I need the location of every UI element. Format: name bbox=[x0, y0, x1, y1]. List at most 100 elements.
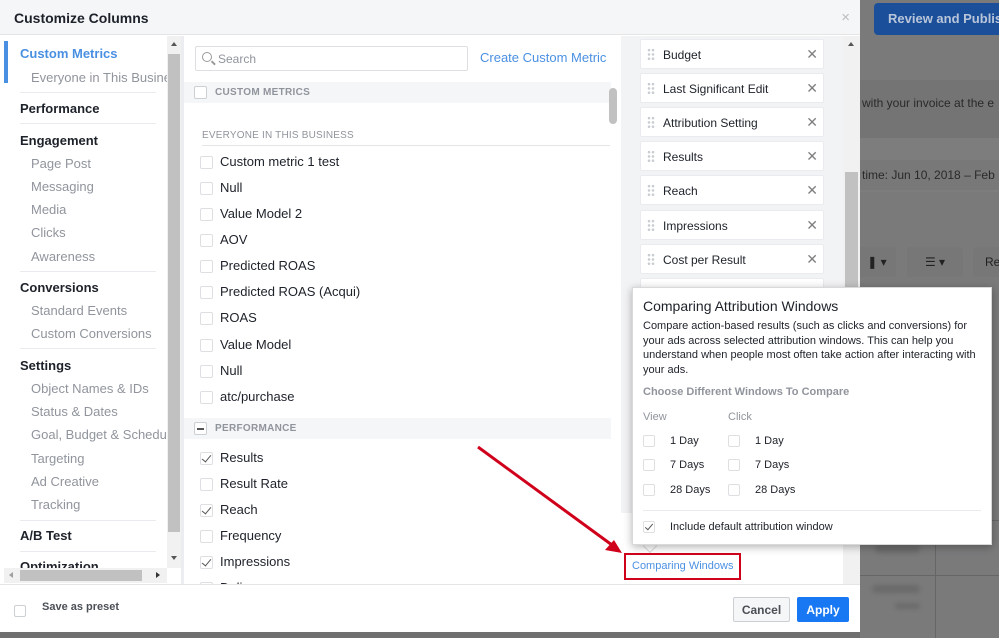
metric-checkbox[interactable] bbox=[200, 365, 213, 378]
metric-row[interactable]: AOV bbox=[184, 229, 604, 251]
nav-item-clicks[interactable]: Clicks bbox=[31, 225, 66, 240]
view-1-day-checkbox[interactable] bbox=[643, 435, 655, 447]
cancel-button[interactable]: Cancel bbox=[733, 597, 790, 622]
click-7-days-checkbox[interactable] bbox=[728, 459, 740, 471]
apply-button[interactable]: Apply bbox=[797, 597, 849, 622]
nav-section-engagement[interactable]: Engagement bbox=[20, 133, 98, 148]
background-columns-button[interactable]: ❚ ▾ bbox=[858, 247, 896, 277]
nav-vertical-scrollbar[interactable] bbox=[167, 36, 181, 568]
metric-row[interactable]: Null bbox=[184, 177, 604, 199]
selected-column-item[interactable]: Reach ✕ bbox=[640, 175, 824, 205]
create-custom-metric-link[interactable]: Create Custom Metric bbox=[480, 50, 606, 65]
metric-row[interactable]: Frequency bbox=[184, 525, 604, 547]
nav-item-status-dates[interactable]: Status & Dates bbox=[31, 404, 118, 419]
drag-handle-icon[interactable] bbox=[647, 184, 655, 197]
nav-item-targeting[interactable]: Targeting bbox=[31, 451, 84, 466]
metric-checkbox[interactable] bbox=[200, 234, 213, 247]
search-field[interactable] bbox=[195, 46, 468, 71]
metric-checkbox[interactable] bbox=[200, 391, 213, 404]
view-28-days-checkbox[interactable] bbox=[643, 484, 655, 496]
nav-item-object-names-ids[interactable]: Object Names & IDs bbox=[31, 381, 149, 396]
view-7-days-checkbox[interactable] bbox=[643, 459, 655, 471]
drag-handle-icon[interactable] bbox=[647, 150, 655, 163]
metric-checkbox[interactable] bbox=[200, 182, 213, 195]
search-input[interactable] bbox=[218, 50, 458, 68]
scroll-left-arrow-icon[interactable] bbox=[9, 572, 13, 578]
scroll-up-arrow-icon[interactable] bbox=[848, 42, 854, 46]
metric-row[interactable]: Value Model 2 bbox=[184, 203, 604, 225]
save-as-preset-label[interactable]: Save as preset bbox=[42, 601, 119, 613]
scroll-down-arrow-icon[interactable] bbox=[171, 556, 177, 560]
drag-handle-icon[interactable] bbox=[647, 48, 655, 61]
metrics-scroll-thumb[interactable] bbox=[609, 88, 617, 124]
review-and-publish-button[interactable]: Review and Publish bbox=[874, 3, 999, 35]
nav-item-messaging[interactable]: Messaging bbox=[31, 179, 94, 194]
remove-icon[interactable]: ✕ bbox=[806, 46, 818, 63]
click-28-days-checkbox[interactable] bbox=[728, 484, 740, 496]
metric-row[interactable]: Delivery bbox=[184, 577, 604, 584]
metric-row[interactable]: Predicted ROAS (Acqui) bbox=[184, 281, 604, 303]
collapse-performance-icon[interactable] bbox=[194, 422, 207, 435]
metric-checkbox[interactable] bbox=[200, 478, 213, 491]
selected-column-item[interactable]: Attribution Setting ✕ bbox=[640, 107, 824, 137]
nav-section-optimization[interactable]: Optimization bbox=[20, 559, 99, 568]
drag-handle-icon[interactable] bbox=[647, 219, 655, 232]
nav-item-standard-events[interactable]: Standard Events bbox=[31, 303, 127, 318]
remove-icon[interactable]: ✕ bbox=[806, 80, 818, 97]
metric-checkbox[interactable] bbox=[200, 452, 213, 465]
metric-checkbox[interactable] bbox=[200, 504, 213, 517]
selected-column-item[interactable]: Impressions ✕ bbox=[640, 210, 824, 240]
comparing-windows-link[interactable]: Comparing Windows bbox=[624, 553, 741, 580]
nav-item-tracking[interactable]: Tracking bbox=[31, 497, 80, 512]
metric-checkbox[interactable] bbox=[200, 208, 213, 221]
metric-row[interactable]: ROAS bbox=[184, 307, 604, 329]
metric-checkbox[interactable] bbox=[200, 339, 213, 352]
metric-checkbox[interactable] bbox=[200, 156, 213, 169]
metric-row[interactable]: Reach bbox=[184, 499, 604, 521]
metric-row[interactable]: Custom metric 1 test bbox=[184, 151, 604, 173]
nav-hscroll-thumb[interactable] bbox=[20, 570, 142, 581]
nav-section-custom-metrics[interactable]: Custom Metrics bbox=[20, 46, 118, 61]
nav-item-media[interactable]: Media bbox=[31, 202, 66, 217]
drag-handle-icon[interactable] bbox=[647, 253, 655, 266]
remove-icon[interactable]: ✕ bbox=[806, 217, 818, 234]
selected-column-item[interactable]: Last Significant Edit ✕ bbox=[640, 73, 824, 103]
nav-item-awareness[interactable]: Awareness bbox=[31, 249, 95, 264]
metric-row[interactable]: Predicted ROAS bbox=[184, 255, 604, 277]
metric-row[interactable]: Result Rate bbox=[184, 473, 604, 495]
metric-checkbox[interactable] bbox=[200, 530, 213, 543]
nav-item-page-post[interactable]: Page Post bbox=[31, 156, 91, 171]
metric-checkbox[interactable] bbox=[200, 260, 213, 273]
nav-horizontal-scrollbar[interactable] bbox=[4, 568, 167, 583]
nav-item-goal-budget-schedule[interactable]: Goal, Budget & Schedule bbox=[31, 427, 167, 442]
nav-item-ad-creative[interactable]: Ad Creative bbox=[31, 474, 99, 489]
metric-row[interactable]: atc/purchase bbox=[184, 386, 604, 408]
click-1-day-checkbox[interactable] bbox=[728, 435, 740, 447]
nav-item-everyone-in-this-business[interactable]: Everyone in This Business bbox=[31, 70, 167, 85]
remove-icon[interactable]: ✕ bbox=[806, 182, 818, 199]
scroll-up-arrow-icon[interactable] bbox=[171, 42, 177, 46]
nav-section-ab-test[interactable]: A/B Test bbox=[20, 528, 72, 543]
close-icon[interactable]: × bbox=[841, 9, 850, 26]
metric-row[interactable]: Results bbox=[184, 447, 604, 469]
include-default-window-checkbox[interactable] bbox=[643, 521, 655, 533]
drag-handle-icon[interactable] bbox=[647, 82, 655, 95]
metric-row[interactable]: Impressions bbox=[184, 551, 604, 573]
save-as-preset-checkbox[interactable] bbox=[14, 605, 26, 617]
background-breakdown-button[interactable]: ☰ ▾ bbox=[907, 247, 963, 277]
selected-column-item[interactable]: Results ✕ bbox=[640, 141, 824, 171]
metric-row[interactable]: Null bbox=[184, 360, 604, 382]
drag-handle-icon[interactable] bbox=[647, 116, 655, 129]
metric-checkbox[interactable] bbox=[200, 556, 213, 569]
metric-checkbox[interactable] bbox=[200, 286, 213, 299]
select-all-custom-metrics-checkbox[interactable] bbox=[194, 86, 207, 99]
selected-column-item[interactable]: Cost per Result ✕ bbox=[640, 244, 824, 274]
nav-scroll-thumb[interactable] bbox=[168, 54, 180, 532]
remove-icon[interactable]: ✕ bbox=[806, 251, 818, 268]
scroll-right-arrow-icon[interactable] bbox=[156, 572, 160, 578]
nav-item-custom-conversions[interactable]: Custom Conversions bbox=[31, 326, 152, 341]
nav-section-performance[interactable]: Performance bbox=[20, 101, 99, 116]
background-reports-button[interactable]: Re bbox=[973, 247, 999, 277]
selected-column-item[interactable]: Budget ✕ bbox=[640, 39, 824, 69]
nav-section-conversions[interactable]: Conversions bbox=[20, 280, 99, 295]
